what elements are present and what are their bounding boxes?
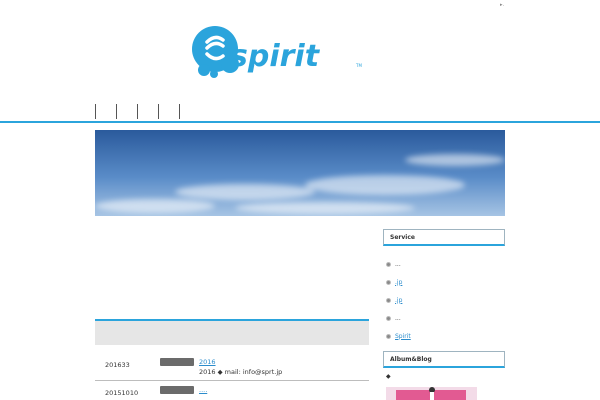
spirit-logo[interactable]: spirit TM — [190, 26, 370, 78]
service-box-title: Service — [383, 229, 505, 246]
logo-graphic: spirit TM — [192, 26, 362, 78]
news-header-bar — [95, 319, 369, 345]
service-item-link[interactable]: .jp — [395, 279, 402, 286]
nav-item-2[interactable] — [116, 104, 137, 119]
bullet-icon — [386, 261, 391, 267]
bullet-icon — [386, 297, 391, 303]
news-category-badge — [160, 386, 194, 394]
main-nav — [95, 104, 200, 119]
service-item-link[interactable]: .jp — [395, 297, 402, 304]
news-description: 2016 ◆ mail: info@sprt.jp — [199, 368, 283, 376]
bullet-icon — [386, 315, 391, 321]
album-bullet: ◆ — [386, 373, 391, 380]
nav-item-5[interactable] — [179, 104, 200, 119]
top-right-mark: ▸. — [500, 2, 505, 8]
nav-divider — [0, 121, 600, 123]
nav-item-3[interactable] — [137, 104, 158, 119]
news-title-link[interactable]: .... — [199, 386, 207, 394]
news-row: 201633 2016 2016 ◆ mail: info@sprt.jp — [95, 354, 369, 381]
nav-item-4[interactable] — [158, 104, 179, 119]
service-list: ... .jp .jp ... Spirit — [386, 255, 504, 345]
news-date: 20151010 — [105, 389, 139, 397]
hero-sky-image — [95, 130, 505, 216]
album-thumbnail[interactable] — [386, 387, 477, 400]
logo-wordmark: spirit — [230, 39, 321, 74]
service-item-3[interactable]: .jp — [386, 291, 504, 309]
bullet-icon — [386, 333, 391, 339]
bullet-icon — [386, 279, 391, 285]
service-item-2[interactable]: .jp — [386, 273, 504, 291]
album-blog-box-title: Album&Blog — [383, 351, 505, 368]
service-item-5[interactable]: Spirit — [386, 327, 504, 345]
service-item-link[interactable]: Spirit — [395, 333, 411, 340]
news-date: 201633 — [105, 361, 130, 369]
news-category-badge — [160, 358, 194, 366]
nav-item-1[interactable] — [95, 104, 116, 119]
service-item-label: ... — [395, 314, 401, 322]
service-item-1: ... — [386, 255, 504, 273]
service-item-label: ... — [395, 260, 401, 268]
news-row: 20151010 .... — [95, 382, 369, 400]
logo-trademark: TM — [355, 63, 362, 68]
service-item-4: ... — [386, 309, 504, 327]
news-title-link[interactable]: 2016 — [199, 358, 216, 366]
